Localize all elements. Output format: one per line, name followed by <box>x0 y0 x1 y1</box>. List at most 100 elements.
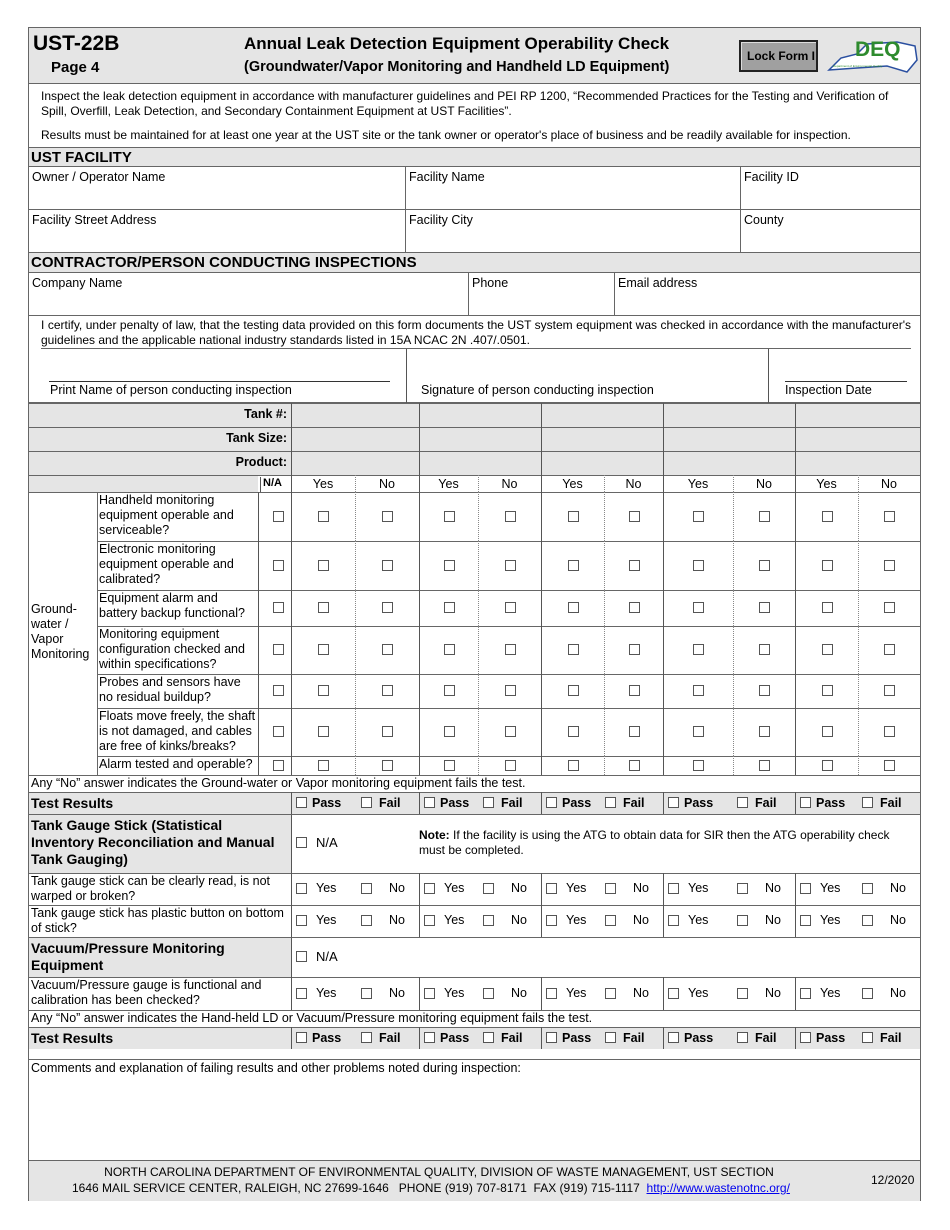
tank-size-input-tank-5[interactable] <box>795 427 920 451</box>
yes-checkbox[interactable] <box>568 685 579 696</box>
no-checkbox[interactable] <box>862 915 873 926</box>
no-checkbox[interactable] <box>605 883 616 894</box>
no-checkbox[interactable] <box>629 560 640 571</box>
no-checkbox[interactable] <box>884 560 895 571</box>
yes-checkbox[interactable] <box>693 602 704 613</box>
yes-checkbox[interactable] <box>444 511 455 522</box>
yes-checkbox[interactable] <box>296 915 307 926</box>
lock-form-button[interactable]: Lock Form I <box>739 40 818 72</box>
no-checkbox[interactable] <box>862 988 873 999</box>
fail-checkbox[interactable] <box>483 1032 494 1043</box>
no-checkbox[interactable] <box>884 644 895 655</box>
yes-checkbox[interactable] <box>444 726 455 737</box>
comments-field[interactable]: Comments and explanation of failing resu… <box>29 1059 920 1160</box>
no-checkbox[interactable] <box>759 726 770 737</box>
facility-name-field[interactable]: Facility Name <box>406 167 741 210</box>
yes-checkbox[interactable] <box>822 644 833 655</box>
na-checkbox[interactable] <box>273 560 284 571</box>
tank-size-input-tank-2[interactable] <box>419 427 541 451</box>
yes-checkbox[interactable] <box>444 760 455 771</box>
yes-checkbox[interactable] <box>318 560 329 571</box>
yes-checkbox[interactable] <box>568 760 579 771</box>
street-field[interactable]: Facility Street Address <box>29 210 406 252</box>
fail-checkbox[interactable] <box>483 797 494 808</box>
yes-checkbox[interactable] <box>822 511 833 522</box>
pass-checkbox[interactable] <box>424 797 435 808</box>
na-checkbox[interactable] <box>273 726 284 737</box>
yes-checkbox[interactable] <box>800 988 811 999</box>
fail-checkbox[interactable] <box>361 797 372 808</box>
yes-checkbox[interactable] <box>693 560 704 571</box>
county-field[interactable]: County <box>741 210 920 252</box>
yes-checkbox[interactable] <box>568 726 579 737</box>
pass-checkbox[interactable] <box>668 1032 679 1043</box>
no-checkbox[interactable] <box>382 602 393 613</box>
yes-checkbox[interactable] <box>800 915 811 926</box>
no-checkbox[interactable] <box>759 760 770 771</box>
yes-checkbox[interactable] <box>318 644 329 655</box>
yes-checkbox[interactable] <box>668 915 679 926</box>
product-input-tank-5[interactable] <box>795 451 920 475</box>
tank-size-input-tank-4[interactable] <box>663 427 795 451</box>
email-field[interactable]: Email address <box>615 273 920 316</box>
na-checkbox[interactable] <box>273 685 284 696</box>
yes-checkbox[interactable] <box>318 760 329 771</box>
yes-checkbox[interactable] <box>800 883 811 894</box>
phone-field[interactable]: Phone <box>469 273 615 316</box>
no-checkbox[interactable] <box>759 511 770 522</box>
pass-checkbox[interactable] <box>800 797 811 808</box>
fail-checkbox[interactable] <box>862 797 873 808</box>
no-checkbox[interactable] <box>884 511 895 522</box>
yes-checkbox[interactable] <box>546 988 557 999</box>
no-checkbox[interactable] <box>605 988 616 999</box>
no-checkbox[interactable] <box>361 883 372 894</box>
no-checkbox[interactable] <box>737 883 748 894</box>
product-input-tank-3[interactable] <box>541 451 663 475</box>
yes-checkbox[interactable] <box>318 511 329 522</box>
tank-size-input-tank-1[interactable] <box>291 427 419 451</box>
yes-checkbox[interactable] <box>822 760 833 771</box>
yes-checkbox[interactable] <box>693 511 704 522</box>
fail-checkbox[interactable] <box>737 797 748 808</box>
no-checkbox[interactable] <box>382 726 393 737</box>
fail-checkbox[interactable] <box>605 1032 616 1043</box>
no-checkbox[interactable] <box>361 988 372 999</box>
product-input-tank-4[interactable] <box>663 451 795 475</box>
yes-checkbox[interactable] <box>444 602 455 613</box>
no-checkbox[interactable] <box>505 760 516 771</box>
yes-checkbox[interactable] <box>568 602 579 613</box>
product-input-tank-2[interactable] <box>419 451 541 475</box>
no-checkbox[interactable] <box>505 644 516 655</box>
yes-checkbox[interactable] <box>424 988 435 999</box>
no-checkbox[interactable] <box>629 644 640 655</box>
yes-checkbox[interactable] <box>568 511 579 522</box>
yes-checkbox[interactable] <box>546 883 557 894</box>
yes-checkbox[interactable] <box>296 988 307 999</box>
pass-checkbox[interactable] <box>296 797 307 808</box>
tank-number-input-tank-1[interactable] <box>291 403 419 427</box>
yes-checkbox[interactable] <box>568 644 579 655</box>
vacuum-na-checkbox[interactable] <box>296 951 307 962</box>
pass-checkbox[interactable] <box>424 1032 435 1043</box>
no-checkbox[interactable] <box>884 726 895 737</box>
yes-checkbox[interactable] <box>668 883 679 894</box>
yes-checkbox[interactable] <box>444 685 455 696</box>
print-name-line[interactable] <box>49 381 390 382</box>
no-checkbox[interactable] <box>862 883 873 894</box>
product-input-tank-1[interactable] <box>291 451 419 475</box>
na-checkbox[interactable] <box>273 760 284 771</box>
no-checkbox[interactable] <box>505 511 516 522</box>
fail-checkbox[interactable] <box>737 1032 748 1043</box>
no-checkbox[interactable] <box>884 760 895 771</box>
facility-id-field[interactable]: Facility ID <box>741 167 920 210</box>
company-field[interactable]: Company Name <box>29 273 469 316</box>
yes-checkbox[interactable] <box>693 685 704 696</box>
tank-number-input-tank-5[interactable] <box>795 403 920 427</box>
yes-checkbox[interactable] <box>822 685 833 696</box>
no-checkbox[interactable] <box>361 915 372 926</box>
no-checkbox[interactable] <box>483 988 494 999</box>
no-checkbox[interactable] <box>737 988 748 999</box>
yes-checkbox[interactable] <box>693 644 704 655</box>
no-checkbox[interactable] <box>629 726 640 737</box>
owner-field[interactable]: Owner / Operator Name <box>29 167 406 210</box>
